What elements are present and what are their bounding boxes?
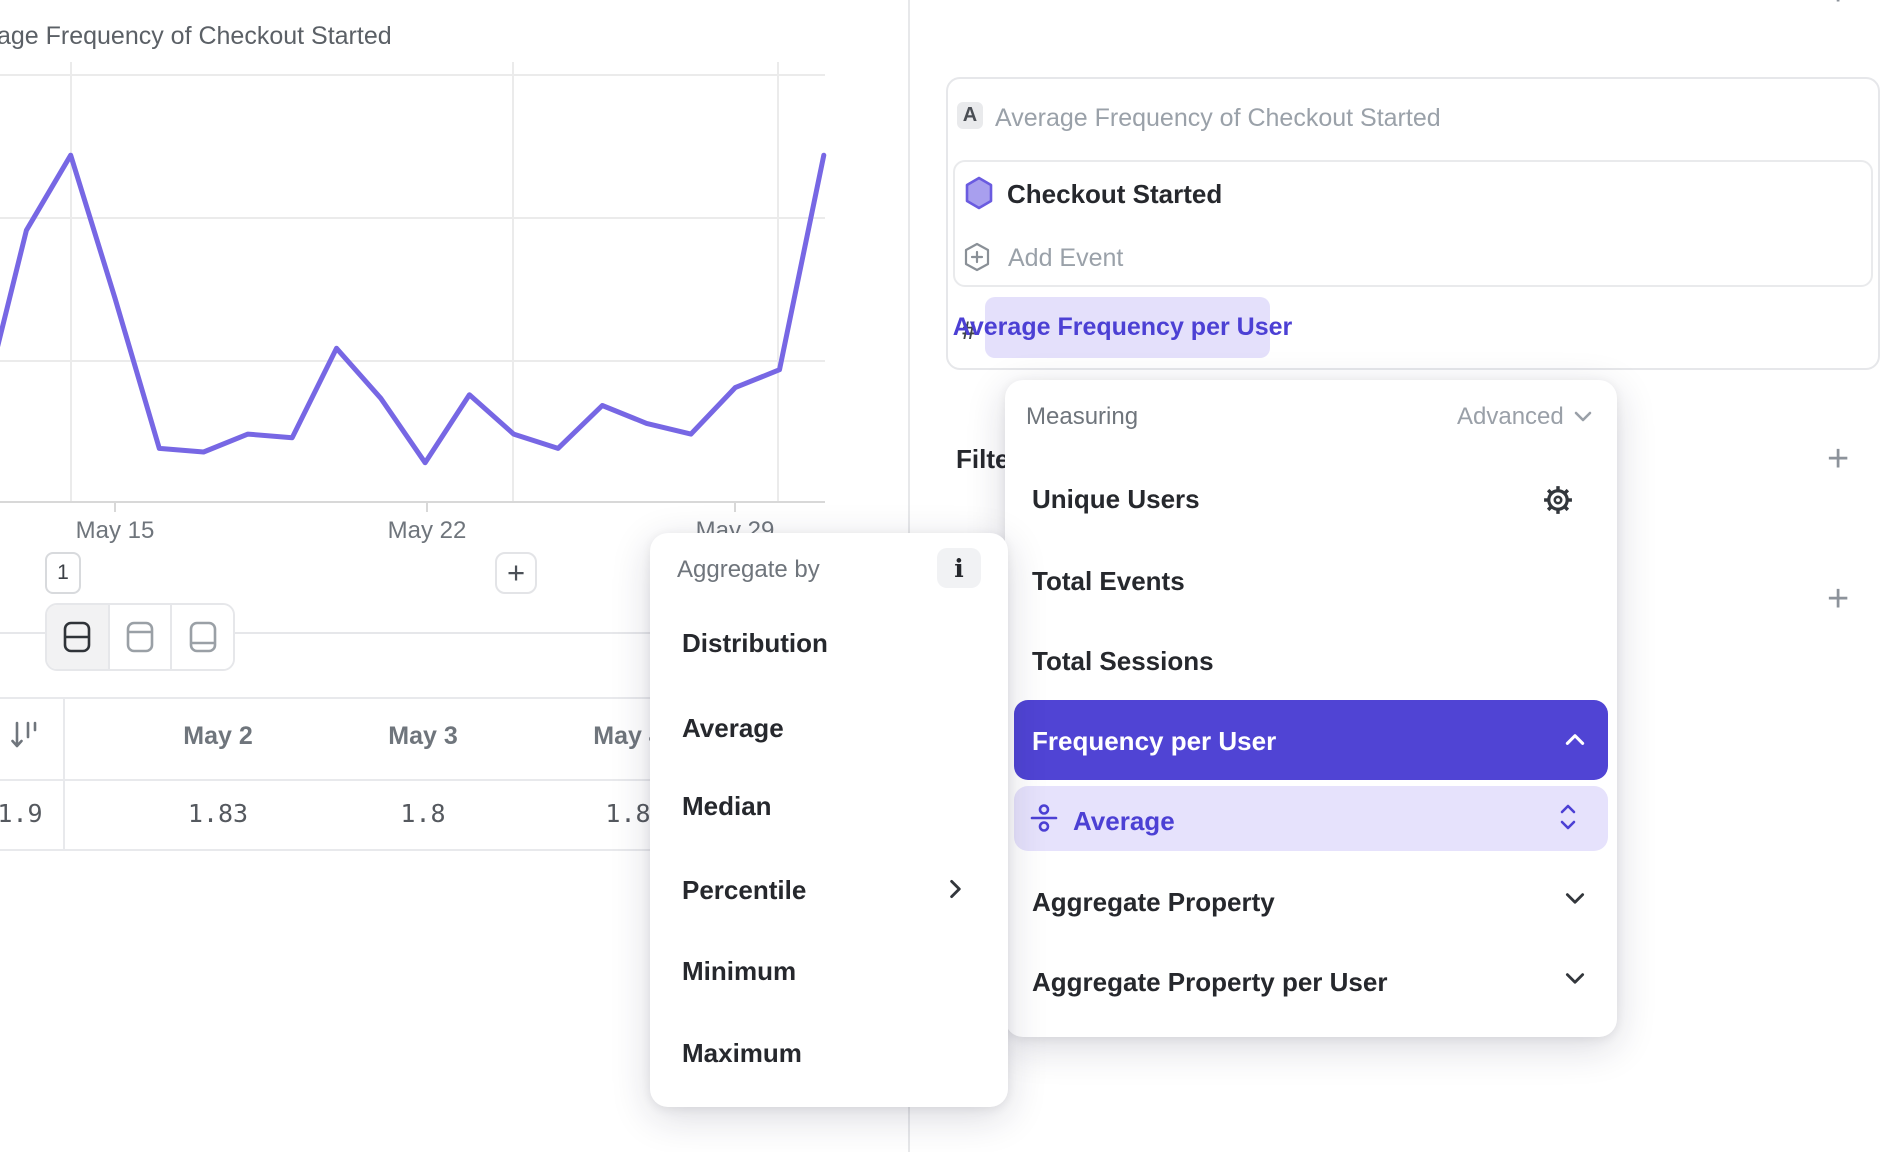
event-hexagon-icon: [964, 176, 994, 210]
table-cell-value: 1.9: [0, 799, 120, 828]
add-chart-button[interactable]: +: [495, 552, 537, 594]
add-event-button[interactable]: Add Event: [1008, 244, 1123, 273]
add-filter-icon[interactable]: +: [1827, 440, 1849, 478]
chevron-right-icon: [948, 877, 964, 901]
sub-selected-label: Average: [1073, 806, 1175, 837]
header-top-icon: [126, 621, 154, 653]
menu-item-aggregate-property-per-user[interactable]: Aggregate Property per User: [1032, 967, 1387, 998]
measurement-dropdown-trigger[interactable]: Average Frequency per User: [985, 297, 1270, 358]
table-layout-toggle: [45, 603, 235, 671]
menu-item-unique-users[interactable]: Unique Users: [1032, 484, 1200, 515]
menu-item-aggregate-property[interactable]: Aggregate Property: [1032, 887, 1275, 918]
layout-footer-bottom-button[interactable]: [172, 605, 233, 669]
measurement-dropdown-label: Average Frequency per User: [953, 313, 1293, 342]
table-cell-value: 1.83: [118, 799, 318, 828]
average-aggregation-icon: [1030, 804, 1058, 832]
series-count-badge[interactable]: 1: [45, 552, 81, 594]
chevron-up-icon: [1563, 731, 1587, 747]
add-metric-icon[interactable]: +: [1827, 0, 1849, 12]
menu-item-distribution[interactable]: Distribution: [682, 628, 828, 659]
table-column-border: [63, 697, 65, 850]
footer-bottom-icon: [189, 621, 217, 653]
chevron-down-icon: [1563, 971, 1587, 987]
metric-name-input[interactable]: Average Frequency of Checkout Started: [995, 104, 1441, 133]
menu-item-total-events[interactable]: Total Events: [1032, 566, 1185, 597]
sort-descending-icon[interactable]: [8, 718, 40, 754]
x-tick-label: May 15: [76, 517, 155, 545]
aggregate-by-menu-label: Aggregate by: [677, 556, 820, 584]
chart-title: Average Frequency of Checkout Started: [0, 22, 392, 51]
gear-icon[interactable]: [1543, 485, 1573, 515]
add-event-hexagon-plus-icon: [963, 242, 991, 272]
layout-split-rows-button[interactable]: [47, 605, 110, 669]
table-column-header[interactable]: May 2: [118, 722, 318, 751]
chevron-down-icon: [1563, 891, 1587, 907]
table-cell-value: 1.8: [323, 799, 523, 828]
add-breakdown-icon[interactable]: +: [1827, 580, 1849, 618]
advanced-label: Advanced: [1457, 403, 1564, 431]
table-column-header[interactable]: May 3: [323, 722, 523, 751]
menu-item-average[interactable]: Average: [682, 713, 784, 744]
layout-header-top-button[interactable]: [110, 605, 173, 669]
line-chart: [0, 0, 908, 560]
x-tick-label: May 22: [388, 517, 467, 545]
advanced-mode-toggle[interactable]: Advanced: [1457, 403, 1594, 431]
selected-item-label: Frequency per User: [1032, 726, 1276, 757]
menu-item-maximum[interactable]: Maximum: [682, 1038, 802, 1069]
event-name[interactable]: Checkout Started: [1007, 179, 1222, 210]
chevron-down-icon: [1572, 410, 1594, 424]
info-icon[interactable]: i: [937, 548, 981, 588]
split-rows-icon: [63, 621, 91, 653]
chart-line-series: [0, 155, 824, 463]
measuring-menu-label: Measuring: [1026, 403, 1138, 431]
chevron-up-down-icon: [1558, 802, 1578, 832]
menu-item-minimum[interactable]: Minimum: [682, 956, 796, 987]
metric-section-title: Metric: [956, 0, 1036, 5]
menu-item-total-sessions[interactable]: Total Sessions: [1032, 646, 1214, 677]
metric-letter-badge: A: [957, 102, 983, 129]
menu-item-percentile[interactable]: Percentile: [682, 875, 806, 906]
menu-item-median[interactable]: Median: [682, 791, 772, 822]
